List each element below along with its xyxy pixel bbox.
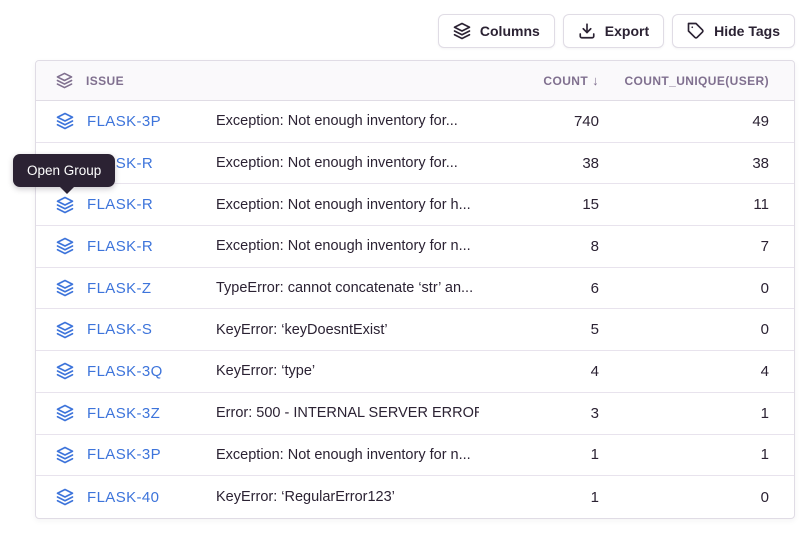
export-button-label: Export bbox=[605, 23, 649, 39]
stack-icon[interactable] bbox=[56, 321, 74, 339]
count-value: 15 bbox=[479, 196, 599, 213]
table-row: FLASK-3Z Error: 500 - INTERNAL SERVER ER… bbox=[36, 393, 794, 435]
stack-icon[interactable] bbox=[56, 488, 74, 506]
issue-link[interactable]: FLASK-3P bbox=[87, 446, 161, 463]
hide-tags-button-label: Hide Tags bbox=[714, 23, 780, 39]
count-value: 740 bbox=[479, 113, 599, 130]
table-row: FLASK-R Exception: Not enough inventory … bbox=[36, 184, 794, 226]
count-value: 5 bbox=[479, 321, 599, 338]
table-body: FLASK-3P Exception: Not enough inventory… bbox=[36, 101, 794, 518]
issue-link[interactable]: FLASK-R bbox=[87, 196, 153, 213]
count-unique-value: 0 bbox=[599, 280, 794, 297]
count-unique-value: 0 bbox=[599, 489, 794, 506]
issue-title: TypeError: cannot concatenate ‘str’ an..… bbox=[216, 280, 479, 296]
issue-cell: FLASK-3Q bbox=[36, 362, 216, 380]
table-row: FLASK-R Exception: Not enough inventory … bbox=[36, 143, 794, 185]
issue-link[interactable]: FLASK-S bbox=[87, 321, 152, 338]
columns-button[interactable]: Columns bbox=[438, 14, 555, 48]
issue-title: KeyError: ‘type’ bbox=[216, 363, 479, 379]
download-icon bbox=[578, 22, 596, 40]
table-row: FLASK-R Exception: Not enough inventory … bbox=[36, 226, 794, 268]
issue-cell: FLASK-40 bbox=[36, 488, 216, 506]
discover-results-panel: Columns Export Hide Tags ISSUE C bbox=[0, 0, 807, 538]
table-toolbar: Columns Export Hide Tags bbox=[438, 14, 795, 48]
issue-link[interactable]: FLASK-3Q bbox=[87, 363, 163, 380]
table-row: FLASK-3P Exception: Not enough inventory… bbox=[36, 101, 794, 143]
stack-icon[interactable] bbox=[56, 446, 74, 464]
table-row: FLASK-3P Exception: Not enough inventory… bbox=[36, 435, 794, 477]
issue-title: KeyError: ‘keyDoesntExist’ bbox=[216, 322, 479, 338]
stack-icon[interactable] bbox=[56, 112, 74, 130]
column-header-count-unique-label: COUNT_UNIQUE(USER) bbox=[624, 74, 769, 88]
issue-link[interactable]: FLASK-40 bbox=[87, 489, 159, 506]
stack-icon[interactable] bbox=[56, 362, 74, 380]
count-value: 1 bbox=[479, 446, 599, 463]
results-table: ISSUE COUNT ↓ COUNT_UNIQUE(USER) FLASK-3… bbox=[35, 60, 795, 519]
count-value: 1 bbox=[479, 489, 599, 506]
issue-link[interactable]: FLASK-3P bbox=[87, 113, 161, 130]
hide-tags-button[interactable]: Hide Tags bbox=[672, 14, 795, 48]
table-row: FLASK-3Q KeyError: ‘type’ 4 4 bbox=[36, 351, 794, 393]
count-unique-value: 38 bbox=[599, 155, 794, 172]
issue-cell: FLASK-S bbox=[36, 321, 216, 339]
table-header: ISSUE COUNT ↓ COUNT_UNIQUE(USER) bbox=[36, 61, 794, 101]
count-unique-value: 4 bbox=[599, 363, 794, 380]
issue-title: Exception: Not enough inventory for... bbox=[216, 113, 479, 129]
column-header-issue[interactable]: ISSUE bbox=[36, 72, 216, 89]
count-value: 8 bbox=[479, 238, 599, 255]
issue-title: Exception: Not enough inventory for h... bbox=[216, 197, 479, 213]
columns-button-label: Columns bbox=[480, 23, 540, 39]
count-value: 6 bbox=[479, 280, 599, 297]
count-value: 3 bbox=[479, 405, 599, 422]
table-row: FLASK-Z TypeError: cannot concatenate ‘s… bbox=[36, 268, 794, 310]
sort-descending-icon: ↓ bbox=[592, 73, 599, 88]
issue-title: Exception: Not enough inventory for n... bbox=[216, 238, 479, 254]
stack-icon bbox=[56, 72, 73, 89]
stack-icon[interactable] bbox=[56, 404, 74, 422]
issue-cell: FLASK-R bbox=[36, 196, 216, 214]
issue-title: Error: 500 - INTERNAL SERVER ERROR bbox=[216, 405, 479, 421]
issue-cell: FLASK-R bbox=[36, 237, 216, 255]
count-unique-value: 1 bbox=[599, 405, 794, 422]
stack-icon[interactable] bbox=[56, 196, 74, 214]
count-value: 38 bbox=[479, 155, 599, 172]
count-unique-value: 0 bbox=[599, 321, 794, 338]
count-unique-value: 11 bbox=[599, 196, 794, 213]
column-header-count-unique[interactable]: COUNT_UNIQUE(USER) bbox=[599, 74, 794, 88]
open-group-tooltip-label: Open Group bbox=[27, 163, 101, 178]
issue-link[interactable]: FLASK-3Z bbox=[87, 405, 160, 422]
tag-icon bbox=[687, 22, 705, 40]
issue-title: Exception: Not enough inventory for... bbox=[216, 155, 479, 171]
open-group-tooltip: Open Group bbox=[13, 154, 115, 187]
stack-icon[interactable] bbox=[56, 279, 74, 297]
issue-link[interactable]: FLASK-Z bbox=[87, 280, 151, 297]
count-unique-value: 49 bbox=[599, 113, 794, 130]
issue-cell: FLASK-3P bbox=[36, 112, 216, 130]
column-header-count[interactable]: COUNT ↓ bbox=[479, 73, 599, 88]
tooltip-arrow-icon bbox=[60, 187, 74, 194]
count-unique-value: 1 bbox=[599, 446, 794, 463]
issue-cell: FLASK-3P bbox=[36, 446, 216, 464]
count-unique-value: 7 bbox=[599, 238, 794, 255]
table-row: FLASK-40 KeyError: ‘RegularError123’ 1 0 bbox=[36, 476, 794, 518]
issue-cell: FLASK-Z bbox=[36, 279, 216, 297]
table-row: FLASK-S KeyError: ‘keyDoesntExist’ 5 0 bbox=[36, 309, 794, 351]
count-value: 4 bbox=[479, 363, 599, 380]
stack-icon bbox=[453, 22, 471, 40]
column-header-count-label: COUNT bbox=[543, 74, 588, 88]
issue-link[interactable]: FLASK-R bbox=[87, 238, 153, 255]
column-header-issue-label: ISSUE bbox=[86, 74, 124, 88]
issue-title: Exception: Not enough inventory for n... bbox=[216, 447, 479, 463]
issue-title: KeyError: ‘RegularError123’ bbox=[216, 489, 479, 505]
issue-cell: FLASK-3Z bbox=[36, 404, 216, 422]
stack-icon[interactable] bbox=[56, 237, 74, 255]
export-button[interactable]: Export bbox=[563, 14, 664, 48]
